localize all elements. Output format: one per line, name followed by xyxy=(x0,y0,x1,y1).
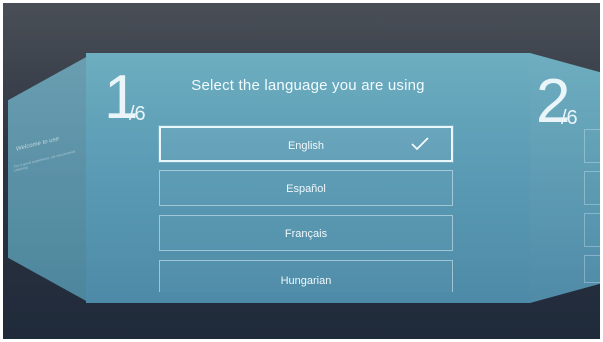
language-option-hungarian[interactable]: Hungarian xyxy=(159,260,453,292)
language-label: English xyxy=(287,140,325,152)
language-option-espanol[interactable]: Español xyxy=(159,170,453,206)
ghost-option xyxy=(584,213,603,247)
ghost-option xyxy=(584,255,603,283)
next-step-total: /6 xyxy=(561,107,578,129)
ghost-option xyxy=(584,171,603,205)
previous-step-panel: Welcome to use For a good experience, we… xyxy=(8,56,88,302)
welcome-subtext: For a good experience, we recommend chec… xyxy=(14,149,75,173)
next-step-panel: 2 /6 xyxy=(530,53,603,303)
language-option-francais[interactable]: Français xyxy=(159,215,453,251)
checkmark-icon xyxy=(411,137,429,151)
ghost-option xyxy=(584,129,603,163)
page-title: Select the language you are using xyxy=(191,77,425,94)
language-label: Français xyxy=(284,228,328,240)
language-option-english[interactable]: English xyxy=(159,126,453,162)
language-selection-panel: 1 /6 Select the language you are using E… xyxy=(86,53,530,303)
step-total: /6 xyxy=(129,103,146,125)
language-label: Español xyxy=(286,183,326,195)
language-label: Hungarian xyxy=(280,275,332,287)
